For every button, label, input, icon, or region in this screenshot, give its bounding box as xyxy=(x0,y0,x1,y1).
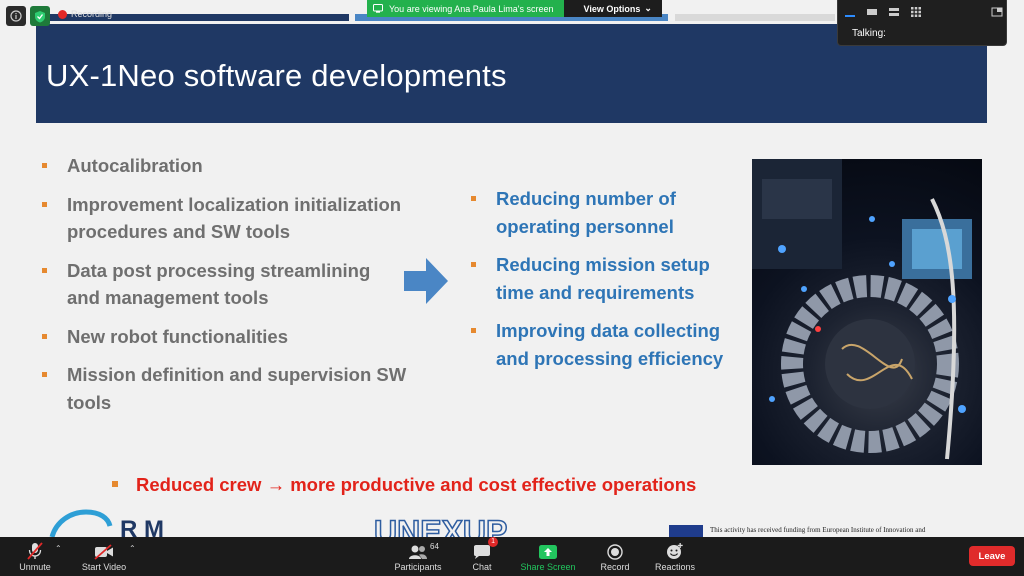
participants-count: 64 xyxy=(430,542,439,551)
share-screen-button[interactable]: Share Screen xyxy=(513,540,583,572)
svg-text:R M: R M xyxy=(120,516,164,537)
shield-icon xyxy=(35,10,45,22)
recording-indicator: Recording xyxy=(58,9,112,19)
list-item: Mission definition and supervision SW to… xyxy=(37,361,407,416)
list-item: Autocalibration xyxy=(37,152,407,180)
right-bullet-list: Reducing number of operating personnel R… xyxy=(466,185,746,383)
audio-options-caret-icon[interactable]: ⌃ xyxy=(55,544,62,553)
start-video-label: Start Video xyxy=(81,562,127,572)
share-screen-label: Share Screen xyxy=(520,562,576,572)
conclusion-line: Reduced crew → more productive and cost … xyxy=(112,474,696,496)
reactions-label: Reactions xyxy=(654,562,696,572)
participants-label: Participants xyxy=(394,562,442,572)
viewing-text: You are viewing Ana Paula Lima's screen xyxy=(367,0,564,17)
side-by-side-icon[interactable] xyxy=(991,6,1003,18)
chat-badge: 1 xyxy=(488,537,498,547)
shared-slide: UX-1Neo software developments Autocalibr… xyxy=(0,0,1024,537)
view-options-button[interactable]: View Options ⌄ xyxy=(563,0,662,17)
share-screen-icon xyxy=(539,545,557,559)
video-off-icon xyxy=(94,544,113,560)
minimize-video-icon[interactable] xyxy=(844,6,856,18)
record-label: Record xyxy=(600,562,630,572)
meeting-window: UX-1Neo software developments Autocalibr… xyxy=(0,0,1024,576)
list-item: Improvement localization initialization … xyxy=(37,191,407,246)
chat-icon xyxy=(474,545,490,559)
view-options-label: View Options xyxy=(583,3,641,14)
muted-microphone-icon xyxy=(27,542,43,560)
list-item: Improving data collecting and processing… xyxy=(466,317,746,372)
svg-text:UNEXUP: UNEXUP xyxy=(374,514,507,537)
right-arrow-icon xyxy=(404,258,448,304)
recording-label: Recording xyxy=(71,9,113,19)
speaker-view-panel: Talking: xyxy=(837,0,1007,46)
talking-label: Talking: xyxy=(852,28,886,39)
viewing-banner: You are viewing Ana Paula Lima's screen … xyxy=(367,0,662,17)
video-options-caret-icon[interactable]: ⌃ xyxy=(129,544,136,553)
filmstrip-view-icon[interactable] xyxy=(888,6,900,18)
record-dot-icon xyxy=(58,9,67,19)
smiley-plus-icon xyxy=(667,543,683,559)
meeting-toolbar: Unmute ⌃ Start Video ⌃ 64 Participants 1… xyxy=(0,537,1024,576)
screen-share-icon xyxy=(373,4,383,13)
speaker-view-icon[interactable] xyxy=(866,6,878,18)
gallery-view-icon[interactable] xyxy=(910,6,922,18)
slide-title: UX-1Neo software developments xyxy=(46,58,507,93)
left-bullet-list: Autocalibration Improvement localization… xyxy=(37,152,407,427)
unmute-label: Unmute xyxy=(19,562,51,572)
chat-label: Chat xyxy=(472,562,492,572)
view-layout-icons xyxy=(844,6,922,18)
viewing-label: You are viewing Ana Paula Lima's screen xyxy=(389,3,554,14)
robot-interior-photo xyxy=(752,159,982,465)
list-item: Reducing mission setup time and requirem… xyxy=(466,251,746,306)
list-item: Data post processing streamlining and ma… xyxy=(37,257,407,312)
participants-icon xyxy=(409,545,427,559)
chat-button[interactable]: 1 Chat xyxy=(447,537,517,572)
funding-notice: This activity has received funding from … xyxy=(710,526,926,534)
list-item: New robot functionalities xyxy=(37,323,407,351)
conclusion-text: Reduced crew → more productive and cost … xyxy=(136,474,697,495)
leave-button[interactable]: Leave xyxy=(969,546,1015,566)
record-icon xyxy=(607,544,623,560)
slide-top-line xyxy=(675,14,835,21)
chevron-down-icon: ⌄ xyxy=(644,3,652,13)
security-button[interactable] xyxy=(30,6,50,26)
meeting-info-button[interactable] xyxy=(6,6,26,26)
participants-button[interactable]: 64 Participants xyxy=(383,540,453,572)
list-item: Reducing number of operating personnel xyxy=(466,185,746,240)
reactions-button[interactable]: Reactions xyxy=(640,540,710,572)
info-icon xyxy=(10,10,22,22)
meeting-corner-icons xyxy=(6,6,50,26)
